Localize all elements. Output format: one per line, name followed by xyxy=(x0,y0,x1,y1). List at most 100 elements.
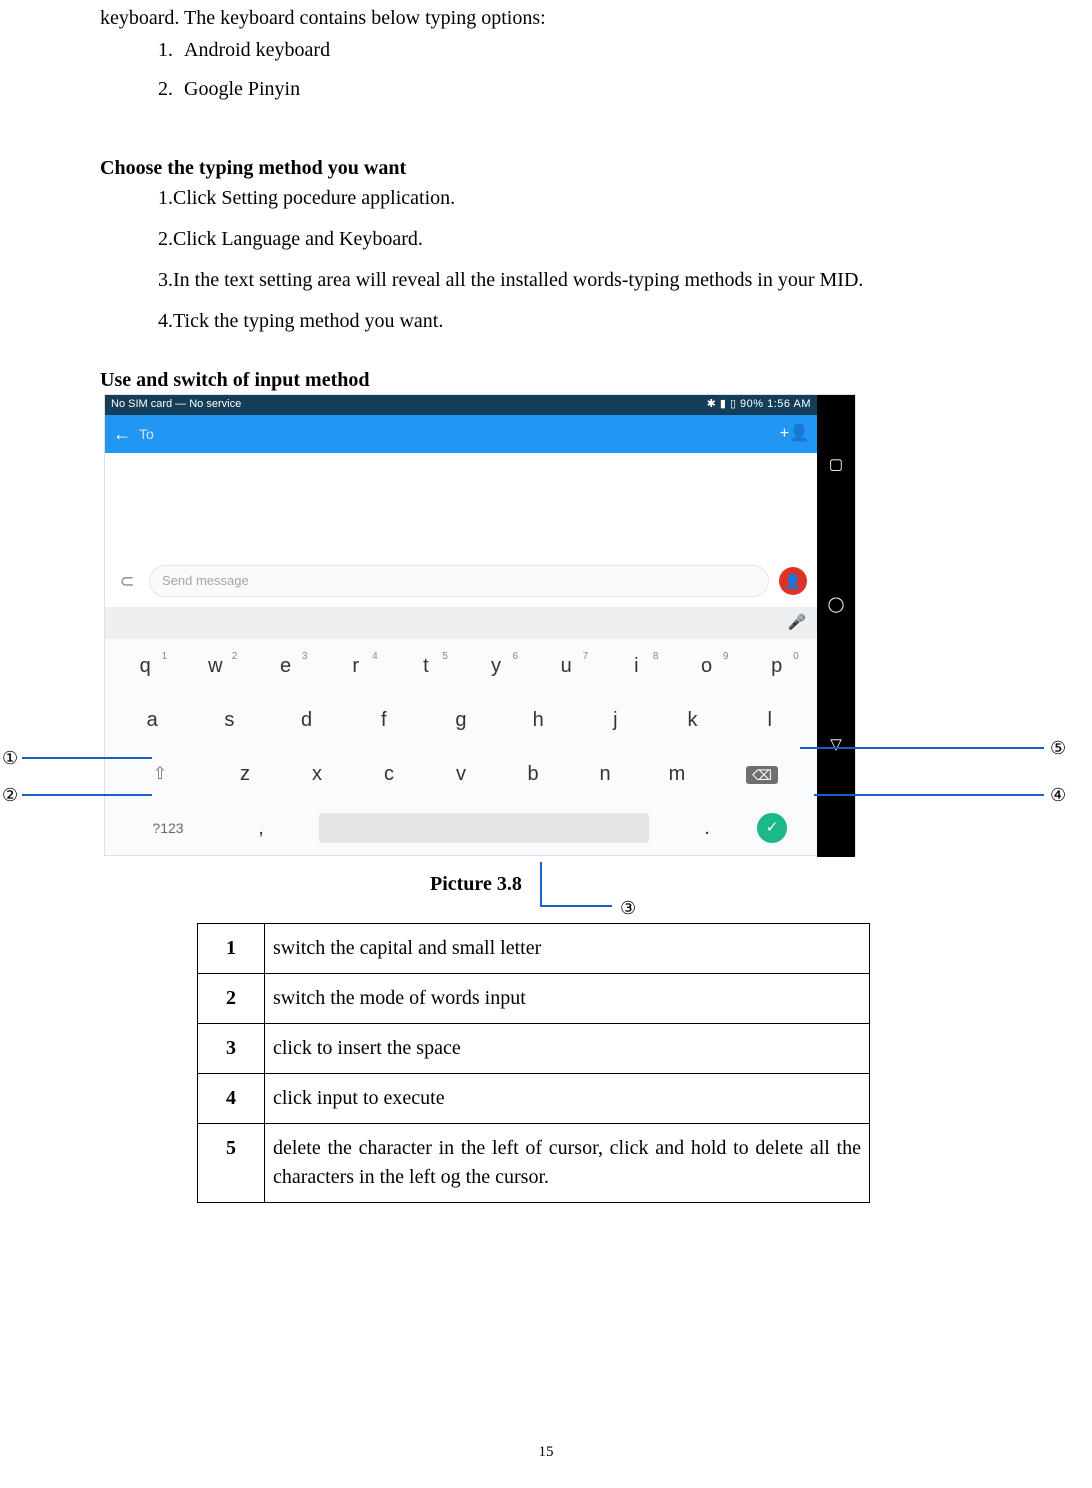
intro-text: keyboard. The keyboard contains below ty… xyxy=(100,4,546,33)
keyboard-row: ⇧ z x c v b n m ⌫ xyxy=(105,747,817,801)
key-k[interactable]: k xyxy=(663,706,723,735)
key-b[interactable]: b xyxy=(503,760,563,789)
key-j[interactable]: j xyxy=(585,706,645,735)
comma-key[interactable]: , xyxy=(231,814,291,843)
symbols-key[interactable]: ?123 xyxy=(125,818,211,838)
key-u[interactable]: u7 xyxy=(536,652,596,681)
list-item-text: Tick the typing method you want. xyxy=(173,310,443,332)
key-v[interactable]: v xyxy=(431,760,491,789)
key-x[interactable]: x xyxy=(287,760,347,789)
status-bar: No SIM card — No service ✱ ▮ ▯ 90% 1:56 … xyxy=(105,395,817,415)
home-button[interactable]: ◯ xyxy=(817,595,855,617)
on-screen-keyboard: q1 w2 e3 r4 t5 y6 u7 i8 o9 p0 a s d f g … xyxy=(105,639,817,855)
callout-2: ② xyxy=(2,782,18,808)
legend-number: 1 xyxy=(198,924,265,974)
add-contact-icon[interactable]: +👤 xyxy=(780,422,809,445)
key-w[interactable]: w2 xyxy=(185,652,245,681)
key-a[interactable]: a xyxy=(122,706,182,735)
message-input[interactable]: Send message xyxy=(149,565,769,597)
key-m[interactable]: m xyxy=(647,760,707,789)
list-item: 2.Click Language and Keyboard. xyxy=(158,225,863,254)
callout-line xyxy=(800,747,1044,749)
key-f[interactable]: f xyxy=(354,706,414,735)
attach-icon[interactable]: ⊂ xyxy=(105,568,149,594)
key-o[interactable]: o9 xyxy=(677,652,737,681)
list-item-text: Click Language and Keyboard. xyxy=(173,228,423,250)
legend-text: switch the mode of words input xyxy=(265,974,870,1024)
callout-1: ① xyxy=(2,745,18,771)
screenshot: ▢ ◯ ▽ No SIM card — No service ✱ ▮ ▯ 90%… xyxy=(104,394,856,856)
back-button[interactable]: ▽ xyxy=(817,735,855,757)
key-c[interactable]: c xyxy=(359,760,419,789)
shift-key[interactable]: ⇧ xyxy=(117,762,203,787)
key-d[interactable]: d xyxy=(277,706,337,735)
key-p[interactable]: p0 xyxy=(747,652,807,681)
page-number: 15 xyxy=(0,1442,1092,1464)
callout-4: ④ xyxy=(1050,782,1066,808)
list-item: 2.Google Pinyin xyxy=(158,75,330,104)
callout-line xyxy=(540,905,612,907)
enter-key[interactable]: ✓ xyxy=(757,813,787,843)
callout-5: ⑤ xyxy=(1050,735,1066,761)
space-key[interactable] xyxy=(319,813,649,843)
callout-3: ③ xyxy=(620,895,636,921)
legend-table: 1switch the capital and small letter 2sw… xyxy=(197,923,870,1203)
list-item: 1.Android keyboard xyxy=(158,36,330,65)
key-s[interactable]: s xyxy=(199,706,259,735)
status-left-text: No SIM card — No service xyxy=(111,397,241,413)
keyboard-row: q1 w2 e3 r4 t5 y6 u7 i8 o9 p0 xyxy=(105,639,817,693)
status-right-text: ✱ ▮ ▯ 90% 1:56 AM xyxy=(707,397,811,413)
keyboard-options-list: 1.Android keyboard 2.Google Pinyin xyxy=(158,36,330,114)
key-y[interactable]: y6 xyxy=(466,652,526,681)
system-nav-bar: ▢ ◯ ▽ xyxy=(817,395,855,857)
backspace-icon: ⌫ xyxy=(746,766,778,784)
microphone-icon[interactable]: 🎤 xyxy=(777,612,817,634)
key-h[interactable]: h xyxy=(508,706,568,735)
key-n[interactable]: n xyxy=(575,760,635,789)
keyboard-row: ?123 , . ✓ xyxy=(105,801,817,855)
key-i[interactable]: i8 xyxy=(606,652,666,681)
list-item: 4.Tick the typing method you want. xyxy=(158,307,863,336)
to-field[interactable]: To xyxy=(139,424,154,444)
send-button[interactable]: 👤 xyxy=(779,567,807,595)
document-page: keyboard. The keyboard contains below ty… xyxy=(0,0,1092,1488)
list-item: 3.In the text setting area will reveal a… xyxy=(158,266,863,295)
suggestion-bar: 🎤 xyxy=(105,607,817,639)
legend-number: 5 xyxy=(198,1124,265,1203)
legend-text: delete the character in the left of curs… xyxy=(265,1124,870,1203)
list-item-text: Google Pinyin xyxy=(184,78,300,100)
key-t[interactable]: t5 xyxy=(396,652,456,681)
table-row: 4click input to execute xyxy=(198,1074,870,1124)
choose-heading: Choose the typing method you want xyxy=(100,154,406,183)
choose-steps-list: 1.Click Setting pocedure application. 2.… xyxy=(158,184,863,348)
app-bar: ← To +👤 xyxy=(105,415,817,453)
key-q[interactable]: q1 xyxy=(115,652,175,681)
callout-line xyxy=(540,862,542,906)
figure-caption: Picture 3.8 xyxy=(430,870,522,899)
back-arrow-icon[interactable]: ← xyxy=(105,421,139,447)
key-e[interactable]: e3 xyxy=(256,652,316,681)
table-row: 2switch the mode of words input xyxy=(198,974,870,1024)
callout-line xyxy=(22,757,152,759)
legend-number: 4 xyxy=(198,1074,265,1124)
list-item-text: In the text setting area will reveal all… xyxy=(173,269,863,291)
legend-text: switch the capital and small letter xyxy=(265,924,870,974)
period-key[interactable]: . xyxy=(677,814,737,843)
backspace-key[interactable]: ⌫ xyxy=(719,760,805,789)
table-row: 3click to insert the space xyxy=(198,1024,870,1074)
key-g[interactable]: g xyxy=(431,706,491,735)
callout-line xyxy=(22,794,152,796)
table-row: 5delete the character in the left of cur… xyxy=(198,1124,870,1203)
key-l[interactable]: l xyxy=(740,706,800,735)
legend-text: click input to execute xyxy=(265,1074,870,1124)
list-item-text: Android keyboard xyxy=(184,39,330,61)
key-z[interactable]: z xyxy=(215,760,275,789)
legend-number: 3 xyxy=(198,1024,265,1074)
recent-apps-button[interactable]: ▢ xyxy=(817,455,855,477)
callout-line xyxy=(814,794,1044,796)
table-row: 1switch the capital and small letter xyxy=(198,924,870,974)
list-item: 1.Click Setting pocedure application. xyxy=(158,184,863,213)
key-r[interactable]: r4 xyxy=(326,652,386,681)
keyboard-row: a s d f g h j k l xyxy=(105,693,817,747)
use-switch-heading: Use and switch of input method xyxy=(100,366,369,395)
